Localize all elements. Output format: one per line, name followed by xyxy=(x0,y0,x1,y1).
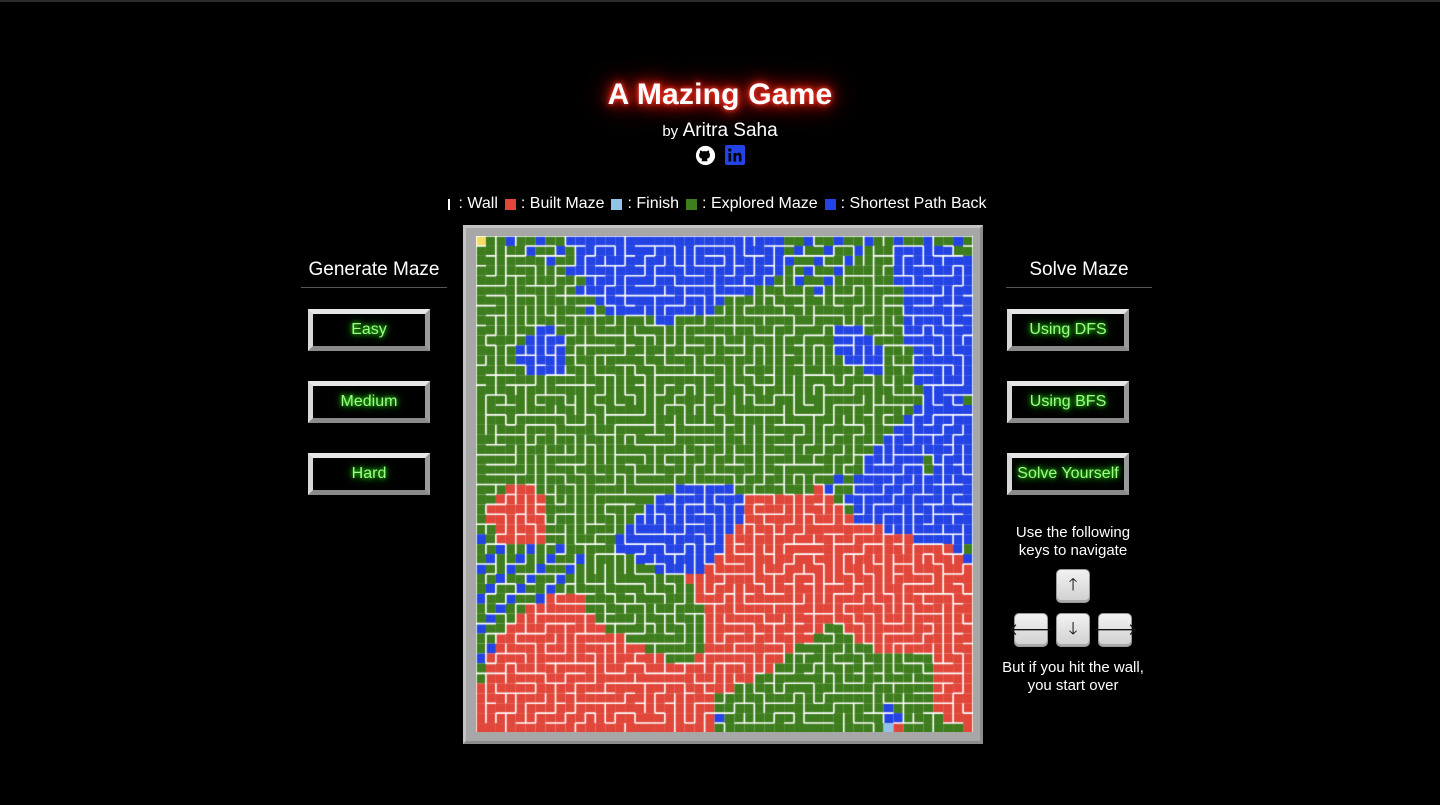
built-swatch xyxy=(504,198,516,210)
finish-swatch xyxy=(611,198,623,210)
arrow-up-icon: 🡑 xyxy=(1068,574,1078,594)
legend-finish: : Finish xyxy=(611,195,679,213)
navigation-instructions: Use the following keys to navigate xyxy=(1015,524,1131,559)
medium-button[interactable]: Medium xyxy=(308,381,430,423)
easy-button[interactable]: Easy xyxy=(308,309,430,351)
legend-wall-label: : Wall xyxy=(458,195,498,212)
arrow-left-icon: 🡐 xyxy=(1008,620,1054,639)
arrow-up-key[interactable]: 🡑 xyxy=(1056,569,1090,603)
arrow-down-key[interactable]: 🡓 xyxy=(1056,613,1090,647)
maze-canvas[interactable] xyxy=(476,236,973,732)
top-border xyxy=(0,0,1440,2)
solve-yourself-button[interactable]: Solve Yourself xyxy=(1007,453,1129,495)
legend-explored-label: : Explored Maze xyxy=(702,195,818,212)
shortest-swatch xyxy=(824,198,836,210)
bfs-button[interactable]: Using BFS xyxy=(1007,381,1129,423)
wall-swatch xyxy=(448,198,451,210)
github-icon[interactable] xyxy=(694,144,716,166)
legend-shortest: : Shortest Path Back xyxy=(824,195,987,213)
legend: : Wall : Built Maze : Finish : Explored … xyxy=(0,195,1440,213)
arrow-left-key[interactable]: 🡐 xyxy=(1008,613,1054,647)
explored-swatch xyxy=(686,198,698,210)
byline-prefix: by xyxy=(662,123,679,140)
legend-explored: : Explored Maze xyxy=(686,195,818,213)
linkedin-icon[interactable] xyxy=(724,144,746,166)
legend-built-label: : Built Maze xyxy=(520,195,605,212)
maze-board[interactable] xyxy=(463,225,983,744)
legend-finish-label: : Finish xyxy=(627,195,680,212)
arrow-down-icon: 🡓 xyxy=(1068,618,1078,638)
hard-button[interactable]: Hard xyxy=(308,453,430,495)
legend-wall: : Wall xyxy=(446,195,498,213)
author-name: Aritra Saha xyxy=(682,120,778,141)
page-title: A Mazing Game xyxy=(607,78,833,111)
arrow-right-key[interactable]: 🡒 xyxy=(1092,613,1138,647)
solve-maze-heading: Solve Maze xyxy=(1006,259,1152,288)
wall-warning: But if you hit the wall, you start over xyxy=(1002,659,1144,694)
legend-built: : Built Maze xyxy=(504,195,605,213)
arrow-right-icon: 🡒 xyxy=(1092,620,1138,639)
legend-shortest-label: : Shortest Path Back xyxy=(840,195,987,212)
generate-maze-heading: Generate Maze xyxy=(301,259,447,288)
byline: by Aritra Saha xyxy=(0,120,1440,142)
social-links xyxy=(0,144,1440,166)
dfs-button[interactable]: Using DFS xyxy=(1007,309,1129,351)
